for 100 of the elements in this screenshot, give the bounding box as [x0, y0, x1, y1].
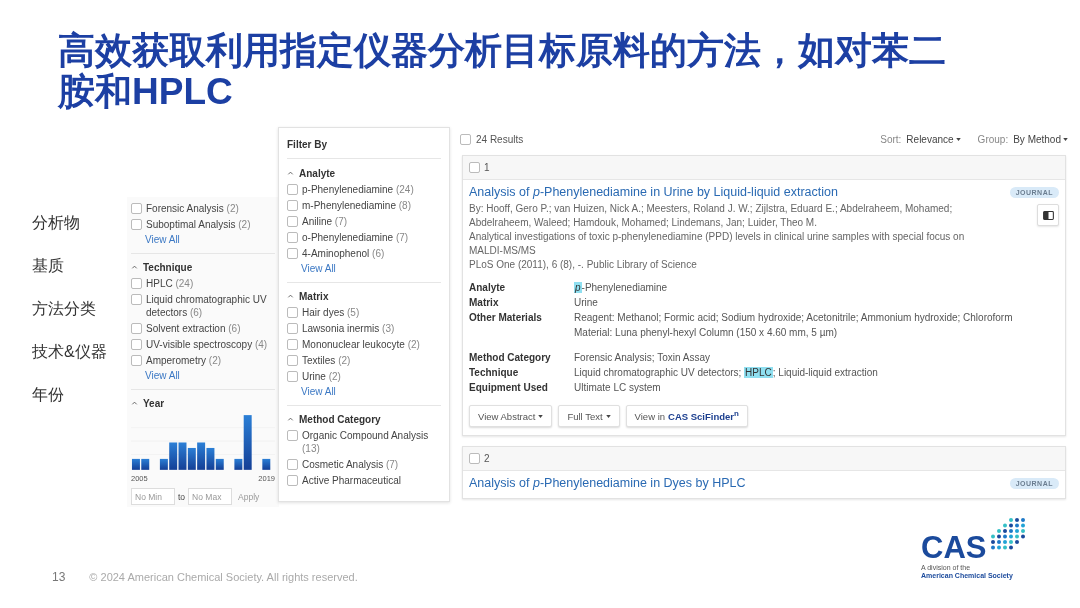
- authors-text: By: Hooff, Gero P.; van Huizen, Nick A.; Meesters, Roland J. W.; Zijlstra, Eduard E.; Abdelraheem, Mohamed; Abdelraheem, Waleed; Hamdouk, Mohamed; Lindemans, Jan; Luider, Theo M.: [469, 202, 954, 230]
- view-in-button[interactable]: View in CAS SciFinder$^{n}$: [625, 405, 748, 427]
- checkbox[interactable]: [287, 200, 298, 211]
- field-label: Other Materials: [469, 311, 543, 325]
- group-dropdown[interactable]: By Method: [1013, 133, 1068, 145]
- abstract-text: Analytical investigations of toxic p-phenylenediamine (PPD) levels in clinical urine samples with special focus on MALDI-MS/MS: [469, 230, 966, 258]
- checkbox[interactable]: [131, 323, 142, 334]
- filter-option[interactable]: Organic Compound Analysis (13): [302, 427, 441, 456]
- filter-option[interactable]: Suboptimal Analysis (2): [146, 216, 251, 232]
- group-label: Group:: [977, 133, 1009, 145]
- filter-option[interactable]: Urine (2): [302, 368, 341, 384]
- filter-option[interactable]: Textiles (2): [302, 352, 351, 368]
- sort-label: Sort:: [880, 133, 902, 145]
- field-value: Liquid chromatographic UV detectors; HPLC; Liquid-liquid extraction: [574, 366, 879, 380]
- source-text: PLoS One (2011), 6 (8), -. Public Library of Science: [469, 258, 698, 272]
- checkbox[interactable]: [131, 278, 142, 289]
- filter-option[interactable]: Solvent extraction (6): [146, 320, 241, 336]
- filter-option[interactable]: Active Pharmaceutical: [302, 472, 401, 488]
- filter-option[interactable]: Lawsonia inermis (3): [302, 320, 395, 336]
- field-value: Urine: [574, 296, 599, 310]
- filter-option[interactable]: Cosmetic Analysis (7): [302, 456, 399, 472]
- field-value: Reagent: Methanol; Formic acid; Sodium hydroxide; Acetonitrile; Ammonium hydroxide; Chloroform Material: Luna phenyl-hexyl Column (150 x 4.60 mm, 5 µm): [574, 311, 1014, 340]
- field-value: p-Phenylenediamine: [574, 281, 669, 295]
- max-year-field[interactable]: No Max: [188, 488, 233, 505]
- caret-down-icon: [955, 137, 961, 141]
- filter-option[interactable]: Liquid chromatographic UV detectors (6): [146, 291, 275, 320]
- slide-title: 高效获取利用指定仪器分析目标原料的方法，如对苯二胺和HPLC: [58, 30, 947, 112]
- half-filled-square-icon: [1042, 210, 1054, 220]
- side-label: 基质: [32, 256, 65, 276]
- view-all-link[interactable]: View All: [301, 261, 336, 277]
- filter-option[interactable]: Forensic Analysis (2): [146, 200, 239, 216]
- checkbox[interactable]: [131, 355, 142, 366]
- logo-text: CAS: [921, 532, 987, 564]
- page-number: 13: [52, 570, 66, 584]
- checkbox[interactable]: [131, 219, 142, 230]
- side-label: 年份: [32, 385, 65, 405]
- checkbox[interactable]: [469, 453, 480, 464]
- filter-option[interactable]: m-Phenylenediamine (8): [302, 197, 411, 213]
- caret-down-icon: [605, 414, 611, 418]
- filter-option[interactable]: o-Phenylenediamine (7): [302, 229, 409, 245]
- side-label: 技术&仪器: [32, 342, 107, 362]
- checkbox[interactable]: [131, 294, 142, 305]
- field-label: Technique: [469, 366, 520, 380]
- filter-option[interactable]: HPLC (24): [146, 275, 194, 291]
- side-label: 方法分类: [32, 299, 97, 319]
- min-year-field[interactable]: No Min: [131, 488, 175, 505]
- section-heading[interactable]: Year: [143, 397, 165, 409]
- field-label: Method Category: [469, 351, 552, 365]
- checkbox[interactable]: [460, 133, 471, 145]
- filter-option[interactable]: p-Phenylenediamine (24): [302, 181, 414, 197]
- results-count: 24 Results: [476, 133, 524, 145]
- section-heading[interactable]: Matrix: [299, 290, 329, 302]
- filter-option[interactable]: Amperometry (2): [146, 352, 222, 368]
- result-number: 2: [484, 453, 490, 464]
- checkbox[interactable]: [287, 430, 298, 441]
- filter-option[interactable]: Hair dyes (5): [302, 304, 360, 320]
- checkbox[interactable]: [287, 184, 298, 195]
- result-title-link[interactable]: Analysis of p-Phenylenediamine in Dyes by HPLC: [469, 476, 746, 490]
- section-heading[interactable]: Method Category: [299, 413, 381, 425]
- section-heading[interactable]: Technique: [143, 261, 193, 273]
- copyright-text: © 2024 American Chemical Society. All rights reserved.: [89, 571, 358, 583]
- caret-down-icon: [538, 414, 544, 418]
- checkbox[interactable]: [287, 323, 298, 334]
- view-all-link[interactable]: View All: [145, 368, 180, 384]
- checkbox[interactable]: [287, 475, 298, 486]
- caret-up-icon[interactable]: [131, 400, 138, 406]
- caret-up-icon[interactable]: [287, 416, 294, 422]
- result-title-link[interactable]: Analysis of p-Phenylenediamine in Urine by Liquid-liquid extraction: [469, 185, 838, 199]
- view-all-link[interactable]: View All: [145, 232, 180, 248]
- checkbox[interactable]: [287, 307, 298, 318]
- checkbox[interactable]: [287, 216, 298, 227]
- dropdown-button[interactable]: View Abstract: [469, 405, 553, 427]
- caret-up-icon[interactable]: [131, 264, 138, 270]
- result-number: 1: [484, 162, 490, 173]
- filter-option[interactable]: Aniline (7): [302, 213, 348, 229]
- dropdown-button[interactable]: Full Text: [558, 405, 620, 427]
- caret-down-icon: [1063, 137, 1068, 141]
- section-heading[interactable]: Analyte: [299, 167, 336, 179]
- split-view-button[interactable]: [1037, 204, 1059, 226]
- sort-dropdown[interactable]: Relevance: [906, 133, 961, 145]
- checkbox[interactable]: [131, 339, 142, 350]
- caret-up-icon[interactable]: [287, 170, 294, 176]
- filter-option[interactable]: Mononuclear leukocyte (2): [302, 336, 420, 352]
- filter-option[interactable]: UV-visible spectroscopy (4): [146, 336, 268, 352]
- caret-up-icon[interactable]: [287, 293, 294, 299]
- checkbox[interactable]: [287, 232, 298, 243]
- field-label: Analyte: [469, 281, 507, 295]
- field-value: Ultimate LC system: [574, 381, 662, 395]
- checkbox[interactable]: [287, 371, 298, 382]
- filter-panel-title: Filter By: [287, 139, 441, 159]
- checkbox[interactable]: [287, 339, 298, 350]
- checkbox[interactable]: [131, 203, 142, 214]
- checkbox[interactable]: [287, 355, 298, 366]
- checkbox[interactable]: [287, 248, 298, 259]
- filter-option[interactable]: 4-Aminophenol (6): [302, 245, 385, 261]
- field-label: Equipment Used: [469, 381, 549, 395]
- checkbox[interactable]: [287, 459, 298, 470]
- view-all-link[interactable]: View All: [301, 384, 336, 400]
- range-separator: to: [178, 491, 186, 502]
- checkbox[interactable]: [469, 162, 480, 173]
